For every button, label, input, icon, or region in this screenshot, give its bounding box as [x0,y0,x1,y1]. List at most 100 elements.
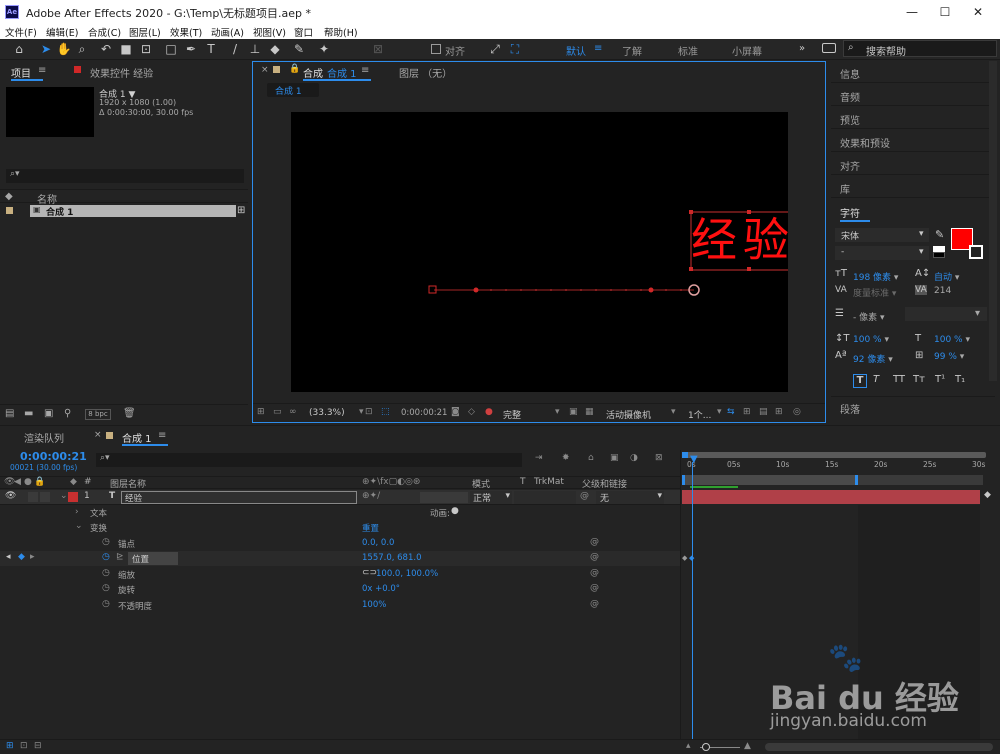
prop-value[interactable]: 100% [362,600,386,610]
col-mode[interactable]: 模式 [472,477,490,490]
tab-render-queue[interactable]: 渲染队列 [24,430,64,445]
snapshot-icon[interactable]: ◙ [451,407,460,417]
viewer-timecode[interactable]: 0:00:00:21 [401,408,447,418]
timeline-h-scrollbar[interactable] [765,743,993,751]
show-snapshot-icon[interactable]: ◇ [468,407,475,417]
stopwatch-icon[interactable]: ◷ [102,583,110,593]
pick-whip-icon[interactable]: @ [580,491,589,501]
brush-tool-icon[interactable]: / [227,41,243,57]
paragraph-panel[interactable]: 段落 [831,396,995,418]
pen-tool-icon[interactable]: ✒ [183,41,199,57]
tracking-value[interactable]: 214 [934,286,951,296]
frame-blending-icon[interactable]: ▣ [610,453,619,463]
solo-box[interactable] [28,492,38,502]
snap-edges-icon[interactable]: ⤢ [487,41,503,57]
stopwatch-icon[interactable]: ◷ [102,568,110,578]
subscript-button[interactable]: T₁ [955,374,965,385]
time-navigator-bar[interactable] [682,452,986,458]
workspace-default[interactable]: 默认 [566,43,586,58]
views-select[interactable]: 1个... [688,408,711,421]
draft-3d-toggle-icon[interactable]: ✸ [562,453,570,463]
snap-icon[interactable]: ⊠ [370,41,386,57]
camera-select[interactable]: 活动摄像机 [606,408,651,421]
layer-label-swatch[interactable] [68,492,78,502]
pan-behind-tool-icon[interactable]: ⊡ [138,41,154,57]
stopwatch-icon[interactable]: ◷ [102,537,110,547]
in-out-toggle-icon[interactable]: ⊟ [34,741,42,751]
layer-row[interactable]: 👁 ⌄ 1 T 经验 ⊕✦/ 正常 ▾ @ 无 ▾ [0,490,680,505]
workspace-small-screen[interactable]: 小屏幕 [732,43,762,58]
blend-mode-select[interactable]: 正常 ▾ [470,491,512,504]
faux-italic-button[interactable]: T [873,374,879,385]
baseline-shift-value[interactable]: 92 像素 ▾ [853,352,893,365]
menu-file[interactable]: 文件(F) [5,25,37,39]
stopwatch-active-icon[interactable]: ◷ [102,552,110,562]
next-keyframe-icon[interactable]: ▸ [30,552,35,562]
panel-audio[interactable]: 音频 [831,84,995,106]
fast-preview-icon[interactable]: ⊞ [743,407,751,417]
text-group-row[interactable]: › 文本 动画: ● [0,505,680,520]
audio-switch-icon[interactable]: ◀ [14,477,21,487]
lock-switch-icon[interactable]: 🔒 [34,477,45,487]
zoom-slider-thumb[interactable] [702,743,710,751]
prop-row-rotation[interactable]: ◷ 旋转 0x +0.0° @ [0,582,680,597]
panel-info[interactable]: 信息 [831,61,995,83]
prop-row-anchor[interactable]: ◷ 锚点 0.0, 0.0 @ [0,536,680,551]
trkmat-select[interactable] [514,491,576,504]
layer-name-field[interactable]: 经验 [121,491,357,504]
lock-icon[interactable]: 🔒 [289,64,300,74]
prop-value[interactable]: 1557.0, 681.0 [362,553,421,563]
zoom-out-icon[interactable]: ▴ [686,741,691,751]
close-button[interactable]: ✕ [968,3,988,21]
dynamic-link-icon[interactable]: ⚲ [64,408,71,419]
selection-tool-icon[interactable]: ➤ [38,41,54,57]
project-search-input[interactable]: ⌕▾ [6,169,244,183]
label-col-icon[interactable]: ◆ [70,477,77,487]
prop-value[interactable]: 0x +0.0° [362,584,400,594]
faux-bold-button[interactable]: T [853,374,867,388]
keyframe-diamond-icon[interactable]: ◆ [682,554,687,562]
stopwatch-icon[interactable]: ◷ [102,599,110,609]
col-layer-name[interactable]: 图层名称 [110,477,146,490]
solo-switch-icon[interactable]: ● [24,477,32,487]
tab-project[interactable]: 项目 [11,65,31,80]
pick-whip-icon[interactable]: @ [590,552,599,562]
font-size-value[interactable]: 198 像素 ▾ [853,270,898,283]
comp-breadcrumb[interactable]: 合成 1 [267,83,319,97]
timeline-icon[interactable]: ▤ [759,407,768,417]
stroke-style-select[interactable]: ▾ [905,307,987,321]
transfer-controls-icon[interactable]: ⊡ [20,741,28,751]
small-caps-button[interactable]: Tт [913,374,925,385]
menu-composition[interactable]: 合成(C) [88,25,121,39]
tsume-value[interactable]: 99 % ▾ [934,352,964,362]
work-area-bar[interactable] [682,475,858,485]
help-search-input[interactable]: ⌕ 搜索帮助 [843,40,997,58]
roto-brush-tool-icon[interactable]: ✎ [291,41,307,57]
no-fill-swatch[interactable] [933,252,945,258]
pick-whip-icon[interactable]: @ [590,568,599,578]
camera-tool-icon[interactable]: ■ [118,41,134,57]
eraser-tool-icon[interactable]: ◆ [267,41,283,57]
prop-value[interactable]: 0.0, 0.0 [362,538,394,548]
parent-select[interactable]: 无 ▾ [596,491,664,504]
snap-features-icon[interactable]: ⛶ [507,41,523,57]
add-keyframe-icon[interactable]: ◆ [18,552,25,562]
pick-whip-icon[interactable]: @ [590,583,599,593]
prev-keyframe-icon[interactable]: ◂ [6,552,11,562]
project-item-row[interactable]: ▣ 合成 1 ⊞ [0,204,248,218]
clone-stamp-tool-icon[interactable]: ⊥ [247,41,263,57]
zoom-tool-icon[interactable]: ⌕ [74,41,90,57]
dropdown-icon[interactable]: ▾ [359,407,364,417]
leading-value[interactable]: 自动 ▾ [934,270,959,283]
zoom-level[interactable]: (33.3%) [309,408,345,418]
interpret-footage-icon[interactable]: ▤ [5,408,14,419]
time-ruler[interactable]: 0s 05s 10s 15s 20s 25s 30s [682,459,986,475]
align-checkbox[interactable] [431,44,441,54]
rectangle-tool-icon[interactable]: □ [163,41,179,57]
home-icon[interactable]: ⌂ [11,41,27,57]
prop-row-scale[interactable]: ◷ 缩放 ⊂⊃ 100.0, 100.0% @ [0,567,680,582]
timeline-search-input[interactable]: ⌕▾ [96,453,522,467]
stroke-color-swatch[interactable] [969,245,983,259]
flowchart-icon[interactable]: ⊞ [237,205,245,216]
superscript-button[interactable]: T¹ [935,374,945,385]
